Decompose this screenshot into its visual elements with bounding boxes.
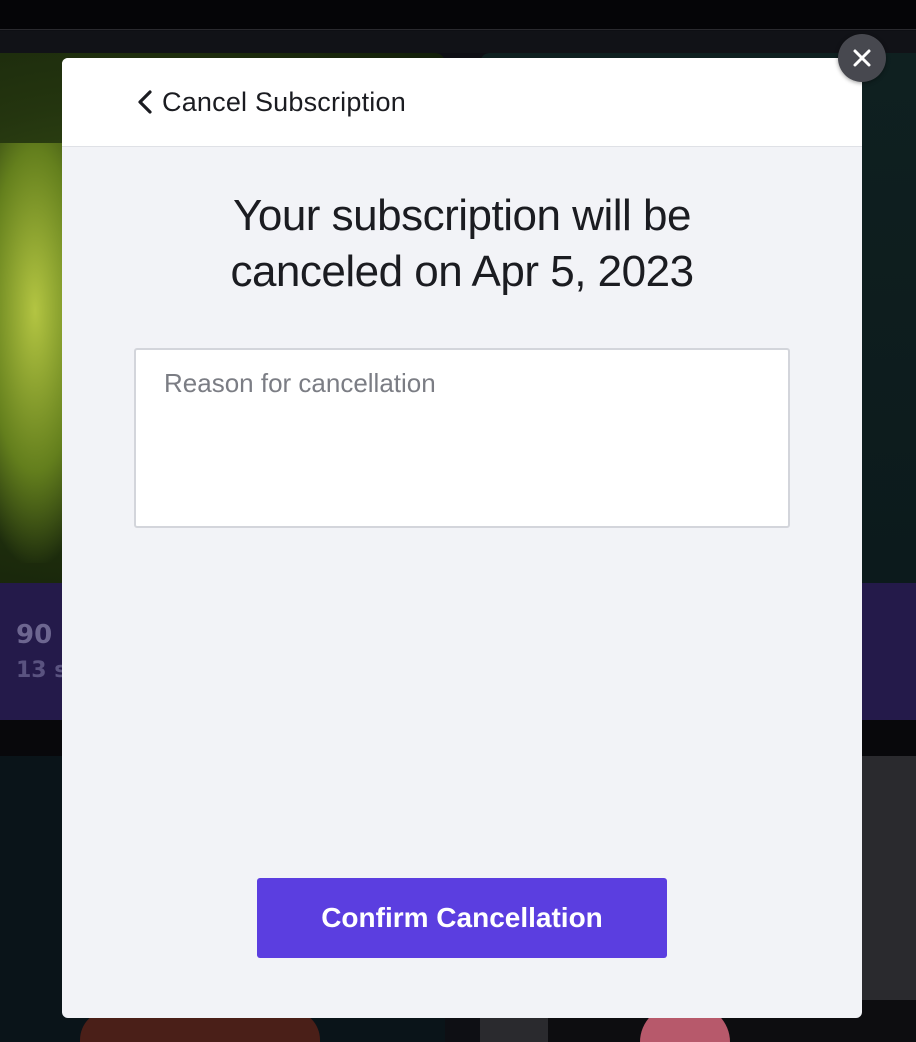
heading-line: Your subscription will be (233, 191, 691, 240)
background-info-number: 90 (16, 620, 53, 650)
cancellation-heading: Your subscription will be canceled on Ap… (62, 188, 862, 300)
close-icon (851, 47, 873, 69)
cancel-subscription-modal: Cancel Subscription Your subscription wi… (62, 58, 862, 1018)
back-button-label: Cancel Subscription (162, 86, 406, 117)
background-strip (0, 31, 916, 53)
heading-line: canceled on Apr 5, 2023 (230, 247, 694, 296)
modal-header: Cancel Subscription (62, 58, 862, 147)
confirm-cancellation-button[interactable]: Confirm Cancellation (257, 878, 667, 958)
background-top-bar (0, 0, 916, 30)
background-info-subtext: 13 s (16, 658, 68, 683)
close-button[interactable] (838, 34, 886, 82)
reason-input[interactable] (134, 348, 790, 528)
chevron-left-icon (136, 90, 154, 114)
back-button[interactable]: Cancel Subscription (136, 82, 406, 122)
